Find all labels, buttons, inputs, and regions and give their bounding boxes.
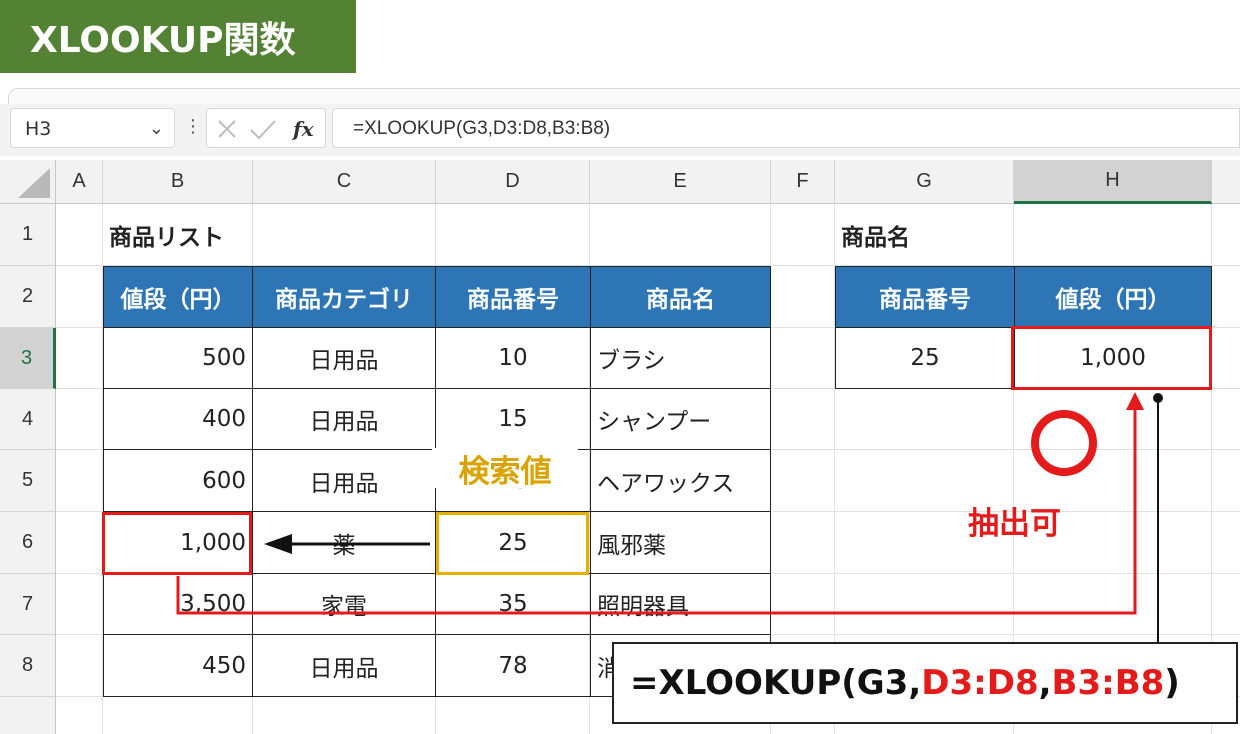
callout-comma: , — [1038, 663, 1052, 703]
callout-return-range: B3:B8 — [1051, 663, 1165, 703]
callout-lookup-range: D3:D8 — [921, 663, 1039, 703]
search-value-label: 検索値 — [432, 448, 578, 490]
annotation-arrows — [176, 392, 1163, 642]
callout-prefix: =XLOOKUP(G3, — [630, 663, 922, 703]
extractable-label: 抽出可 — [968, 506, 1061, 542]
circle-ok-icon — [1031, 410, 1097, 476]
formula-callout: =XLOOKUP(G3, D3:D8, B3:B8) — [612, 642, 1238, 724]
callout-pointer — [1153, 393, 1163, 642]
arrow-left-icon — [264, 534, 430, 554]
callout-suffix: ) — [1164, 663, 1180, 703]
